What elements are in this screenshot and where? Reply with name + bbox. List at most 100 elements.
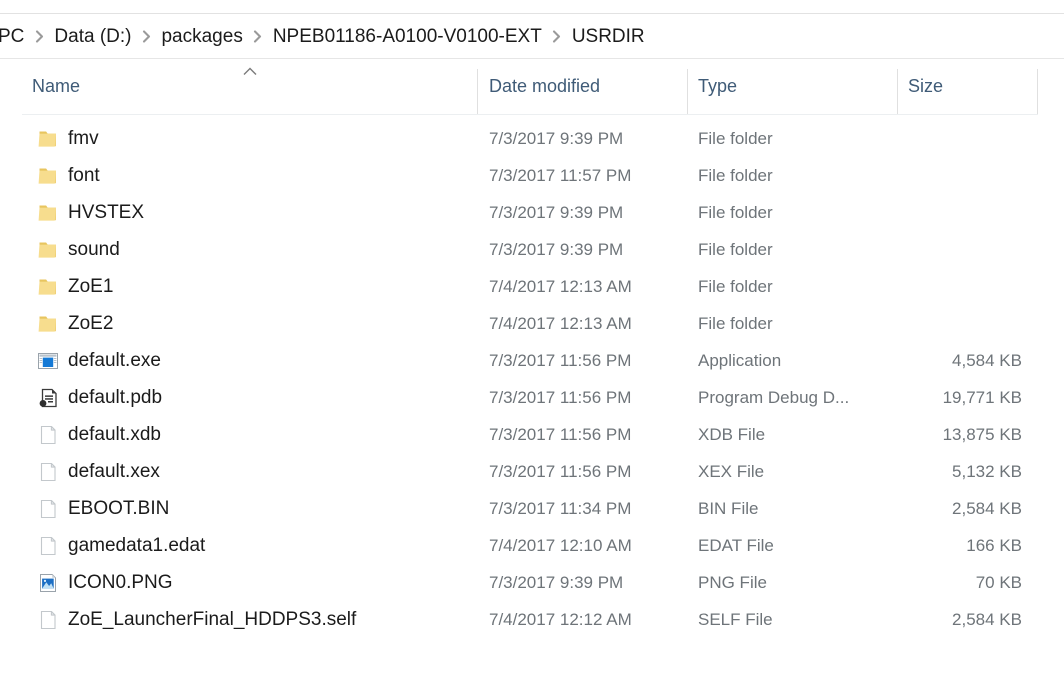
file-name: ICON0.PNG [68, 571, 173, 593]
file-row[interactable]: HVSTEX 7/3/2017 9:39 PM File folder [0, 194, 1064, 231]
file-date-modified: 7/3/2017 9:39 PM [489, 202, 624, 222]
folder-icon [36, 127, 60, 151]
chevron-right-icon [135, 29, 157, 43]
file-name: ZoE1 [68, 275, 114, 297]
file-date-modified: 7/4/2017 12:13 AM [489, 276, 632, 296]
file-name: default.exe [68, 349, 161, 371]
file-type: EDAT File [698, 535, 774, 555]
file-date-modified: 7/3/2017 11:56 PM [489, 424, 632, 444]
file-date-modified: 7/3/2017 11:56 PM [489, 350, 632, 370]
file-type: PNG File [698, 572, 767, 592]
file-list[interactable]: fmv 7/3/2017 9:39 PM File folder font 7/3/20… [0, 120, 1064, 684]
file-name: font [68, 164, 100, 186]
file-date-modified: 7/3/2017 11:56 PM [489, 461, 632, 481]
file-size: 166 KB [966, 535, 1022, 555]
blank-document-icon [36, 460, 60, 484]
file-name: gamedata1.edat [68, 534, 206, 556]
file-row[interactable]: EBOOT.BIN 7/3/2017 11:34 PM BIN File 2,584 … [0, 490, 1064, 527]
file-date-modified: 7/3/2017 9:39 PM [489, 572, 624, 592]
column-header-divider [22, 114, 1038, 115]
column-header-date-modified[interactable]: Date modified [489, 59, 600, 114]
chevron-right-icon [28, 29, 50, 43]
application-icon [36, 349, 60, 373]
column-header-row: Name Date modified Type Size [0, 59, 1064, 115]
file-row[interactable]: fmv 7/3/2017 9:39 PM File folder [0, 120, 1064, 157]
file-name: default.xdb [68, 423, 161, 445]
file-date-modified: 7/4/2017 12:10 AM [489, 535, 632, 555]
file-date-modified: 7/3/2017 11:56 PM [489, 387, 632, 407]
file-row[interactable]: default.xdb 7/3/2017 11:56 PM XDB File 13,8… [0, 416, 1064, 453]
file-date-modified: 7/4/2017 12:12 AM [489, 609, 632, 629]
image-file-icon [36, 571, 60, 595]
file-explorer-window: PC Data (D:) packages NPEB01186-A0100-V0100… [0, 0, 1064, 684]
file-name: default.xex [68, 460, 160, 482]
chevron-right-icon [546, 29, 568, 43]
file-row[interactable]: ZoE1 7/4/2017 12:13 AM File folder [0, 268, 1064, 305]
file-type: Application [698, 350, 782, 370]
file-type: SELF File [698, 609, 773, 629]
column-header-name[interactable]: Name [32, 59, 80, 114]
file-type: XDB File [698, 424, 766, 444]
file-name: fmv [68, 127, 99, 149]
column-header-size[interactable]: Size [908, 59, 943, 114]
file-date-modified: 7/4/2017 12:13 AM [489, 313, 632, 333]
breadcrumb-item-npeb01186-a0100-v0100-ext[interactable]: NPEB01186-A0100-V0100-EXT [269, 25, 546, 48]
folder-icon [36, 275, 60, 299]
file-row[interactable]: font 7/3/2017 11:57 PM File folder [0, 157, 1064, 194]
column-header-type[interactable]: Type [698, 59, 737, 114]
blank-document-icon [36, 608, 60, 632]
file-size: 4,584 KB [952, 350, 1022, 370]
file-size: 2,584 KB [952, 609, 1022, 629]
file-type: File folder [698, 239, 773, 259]
column-divider-2[interactable] [687, 69, 688, 115]
folder-icon [36, 164, 60, 188]
file-size: 13,875 KB [942, 424, 1022, 444]
column-divider-1[interactable] [477, 69, 478, 115]
breadcrumb-item-packages[interactable]: packages [157, 25, 246, 48]
file-date-modified: 7/3/2017 11:57 PM [489, 165, 632, 185]
file-name: ZoE2 [68, 312, 114, 334]
file-row[interactable]: sound 7/3/2017 9:39 PM File folder [0, 231, 1064, 268]
chevron-right-icon [247, 29, 269, 43]
folder-icon [36, 238, 60, 262]
breadcrumb-item-pc[interactable]: PC [0, 25, 28, 48]
breadcrumb[interactable]: PC Data (D:) packages NPEB01186-A0100-V0100… [0, 14, 1064, 58]
file-size: 2,584 KB [952, 498, 1022, 518]
sort-ascending-caret-icon [243, 67, 257, 76]
program-debug-database-icon [36, 386, 60, 410]
file-type: File folder [698, 313, 773, 333]
column-divider-3[interactable] [897, 69, 898, 115]
file-name: ZoE_LauncherFinal_HDDPS3.self [68, 608, 357, 630]
column-header-size-label: Size [908, 76, 944, 96]
breadcrumb-item-data-d[interactable]: Data (D:) [50, 25, 135, 48]
file-date-modified: 7/3/2017 9:39 PM [489, 128, 624, 148]
column-divider-4[interactable] [1037, 69, 1038, 115]
file-row[interactable]: default.pdb 7/3/2017 11:56 PM Program Debu… [0, 379, 1064, 416]
file-size: 70 KB [975, 572, 1022, 592]
folder-icon [36, 312, 60, 336]
file-name: HVSTEX [68, 201, 145, 223]
file-row[interactable]: ZoE_LauncherFinal_HDDPS3.self 7/4/2017 12… [0, 601, 1064, 638]
file-type: XEX File [698, 461, 765, 481]
file-type: File folder [698, 276, 773, 296]
file-type: File folder [698, 128, 773, 148]
file-row[interactable]: default.xex 7/3/2017 11:56 PM XEX File 5,13… [0, 453, 1064, 490]
file-name: EBOOT.BIN [68, 497, 170, 519]
file-date-modified: 7/3/2017 11:34 PM [489, 498, 632, 518]
file-row[interactable]: ICON0.PNG 7/3/2017 9:39 PM PNG File 70 KB [0, 564, 1064, 601]
file-size: 19,771 KB [942, 387, 1022, 407]
file-name: sound [68, 238, 120, 260]
column-header-name-label: Name [32, 76, 81, 96]
blank-document-icon [36, 497, 60, 521]
blank-document-icon [36, 423, 60, 447]
file-type: BIN File [698, 498, 759, 518]
file-type: Program Debug D... [698, 387, 850, 407]
file-name: default.pdb [68, 386, 163, 408]
file-size: 5,132 KB [952, 461, 1022, 481]
folder-icon [36, 201, 60, 225]
file-row[interactable]: default.exe 7/3/2017 11:56 PM Application 4… [0, 342, 1064, 379]
file-type: File folder [698, 165, 773, 185]
breadcrumb-item-usrdir[interactable]: USRDIR [568, 25, 649, 48]
file-row[interactable]: ZoE2 7/4/2017 12:13 AM File folder [0, 305, 1064, 342]
file-row[interactable]: gamedata1.edat 7/4/2017 12:10 AM EDAT File… [0, 527, 1064, 564]
